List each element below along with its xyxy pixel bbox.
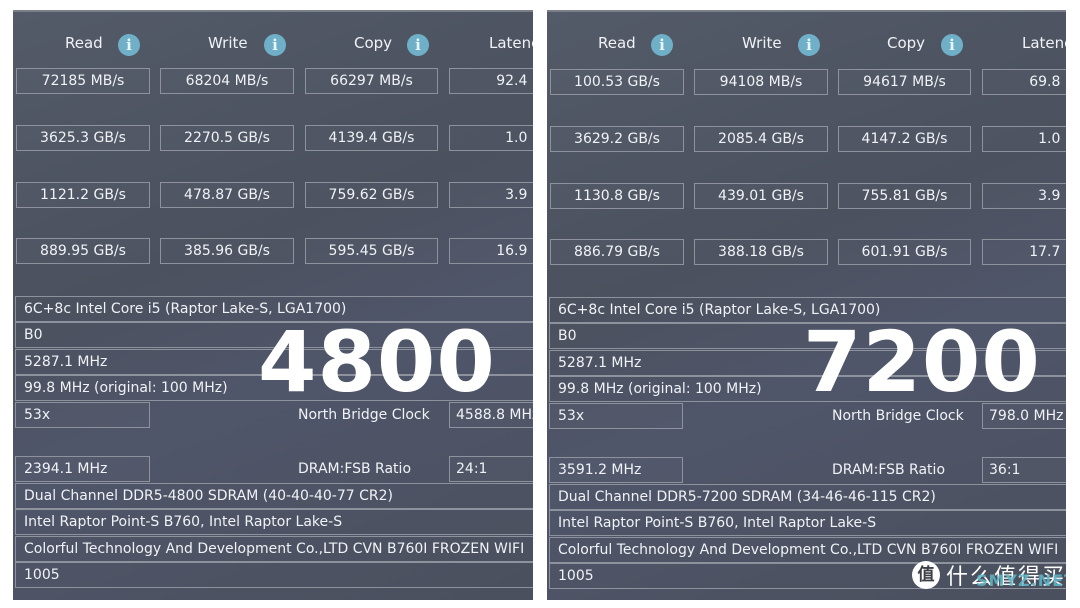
bios-field: 1005 (15, 562, 533, 588)
l1-latency-value: 1.0 ns (449, 125, 533, 151)
l3-latency-value: 17.7 ns (982, 239, 1066, 265)
l3-latency-value: 16.9 ns (449, 238, 533, 264)
l3-read-value: 889.95 GB/s (16, 238, 150, 264)
latency-header: Latency (1022, 34, 1066, 52)
watermark-subtext: SMYZ.NET (975, 571, 1066, 590)
watermark-text: 什么值得买 SMYZ.NET (946, 559, 1066, 591)
latency-header: Latency (489, 34, 533, 52)
copy-info-icon[interactable]: i (941, 34, 963, 56)
l1-write-value: 2270.5 GB/s (160, 125, 294, 151)
memory-read-value: 100.53 GB/s (550, 69, 684, 95)
ddr-speed-overlay: 4800 (258, 313, 496, 411)
l2-write-value: 439.01 GB/s (694, 183, 828, 209)
memory-latency-value: 69.8 ns (982, 69, 1066, 95)
l2-read-value: 1121.2 GB/s (16, 182, 150, 208)
l2-copy-value: 759.62 GB/s (305, 182, 438, 208)
chipset-field: Intel Raptor Point-S B760, Intel Raptor … (549, 510, 1066, 536)
l2-latency-value: 3.9 ns (449, 182, 533, 208)
memory-copy-value: 94617 MB/s (838, 69, 971, 95)
l1-read-value: 3629.2 GB/s (550, 126, 684, 152)
dram-fsb-label: DRAM:FSB Ratio (832, 462, 946, 478)
l3-copy-value: 601.91 GB/s (838, 239, 971, 265)
l3-write-value: 388.18 GB/s (694, 239, 828, 265)
memory-type-field: Dual Channel DDR5-4800 SDRAM (40-40-40-7… (15, 483, 533, 509)
read-info-icon[interactable]: i (118, 34, 140, 56)
memory-type-field: Dual Channel DDR5-7200 SDRAM (34-46-46-1… (549, 484, 1066, 510)
copy-header: Copy (354, 34, 393, 52)
dram-fsb-field: 24:1 (449, 456, 533, 482)
memory-write-value: 68204 MB/s (160, 68, 294, 94)
write-header: Write (208, 34, 248, 52)
dram-fsb-label: DRAM:FSB Ratio (298, 461, 412, 477)
l3-copy-value: 595.45 GB/s (305, 238, 438, 264)
read-header: Read (65, 34, 103, 52)
l2-latency-value: 3.9 ns (982, 183, 1066, 209)
l1-copy-value: 4147.2 GB/s (838, 126, 971, 152)
chipset-field: Intel Raptor Point-S B760, Intel Raptor … (15, 509, 533, 535)
l3-read-value: 886.79 GB/s (550, 239, 684, 265)
read-header: Read (598, 34, 636, 52)
cpu-multiplier-field: 53x (549, 403, 683, 429)
cpu-multiplier-field: 53x (15, 402, 150, 428)
write-header: Write (742, 34, 782, 52)
memory-bus-field: 3591.2 MHz (549, 457, 683, 483)
memory-read-value: 72185 MB/s (16, 68, 150, 94)
l1-read-value: 3625.3 GB/s (16, 125, 150, 151)
copy-info-icon[interactable]: i (407, 34, 429, 56)
watermark-logo-icon: 值 (911, 561, 940, 589)
write-info-icon[interactable]: i (798, 34, 820, 56)
memory-copy-value: 66297 MB/s (305, 68, 438, 94)
benchmark-panel-ddr5-4800: Read i Write i Copy i Latency 72185 MB/s… (13, 10, 533, 600)
memory-bus-field: 2394.1 MHz (15, 456, 150, 482)
l1-latency-value: 1.0 ns (982, 126, 1066, 152)
benchmark-panel-ddr5-7200: Read i Write i Copy i Latency 100.53 GB/… (547, 10, 1066, 600)
write-info-icon[interactable]: i (264, 34, 286, 56)
l1-copy-value: 4139.4 GB/s (305, 125, 438, 151)
motherboard-field: Colorful Technology And Development Co.,… (15, 536, 533, 562)
read-info-icon[interactable]: i (651, 34, 673, 56)
memory-latency-value: 92.4 ns (449, 68, 533, 94)
ddr-speed-overlay: 7200 (803, 313, 1041, 411)
dram-fsb-field: 36:1 (982, 457, 1066, 483)
memory-write-value: 94108 MB/s (694, 69, 828, 95)
watermark: 值 什么值得买 SMYZ.NET (911, 559, 1066, 591)
l2-write-value: 478.87 GB/s (160, 182, 294, 208)
l3-write-value: 385.96 GB/s (160, 238, 294, 264)
l2-copy-value: 755.81 GB/s (838, 183, 971, 209)
l2-read-value: 1130.8 GB/s (550, 183, 684, 209)
l1-write-value: 2085.4 GB/s (694, 126, 828, 152)
copy-header: Copy (887, 34, 926, 52)
